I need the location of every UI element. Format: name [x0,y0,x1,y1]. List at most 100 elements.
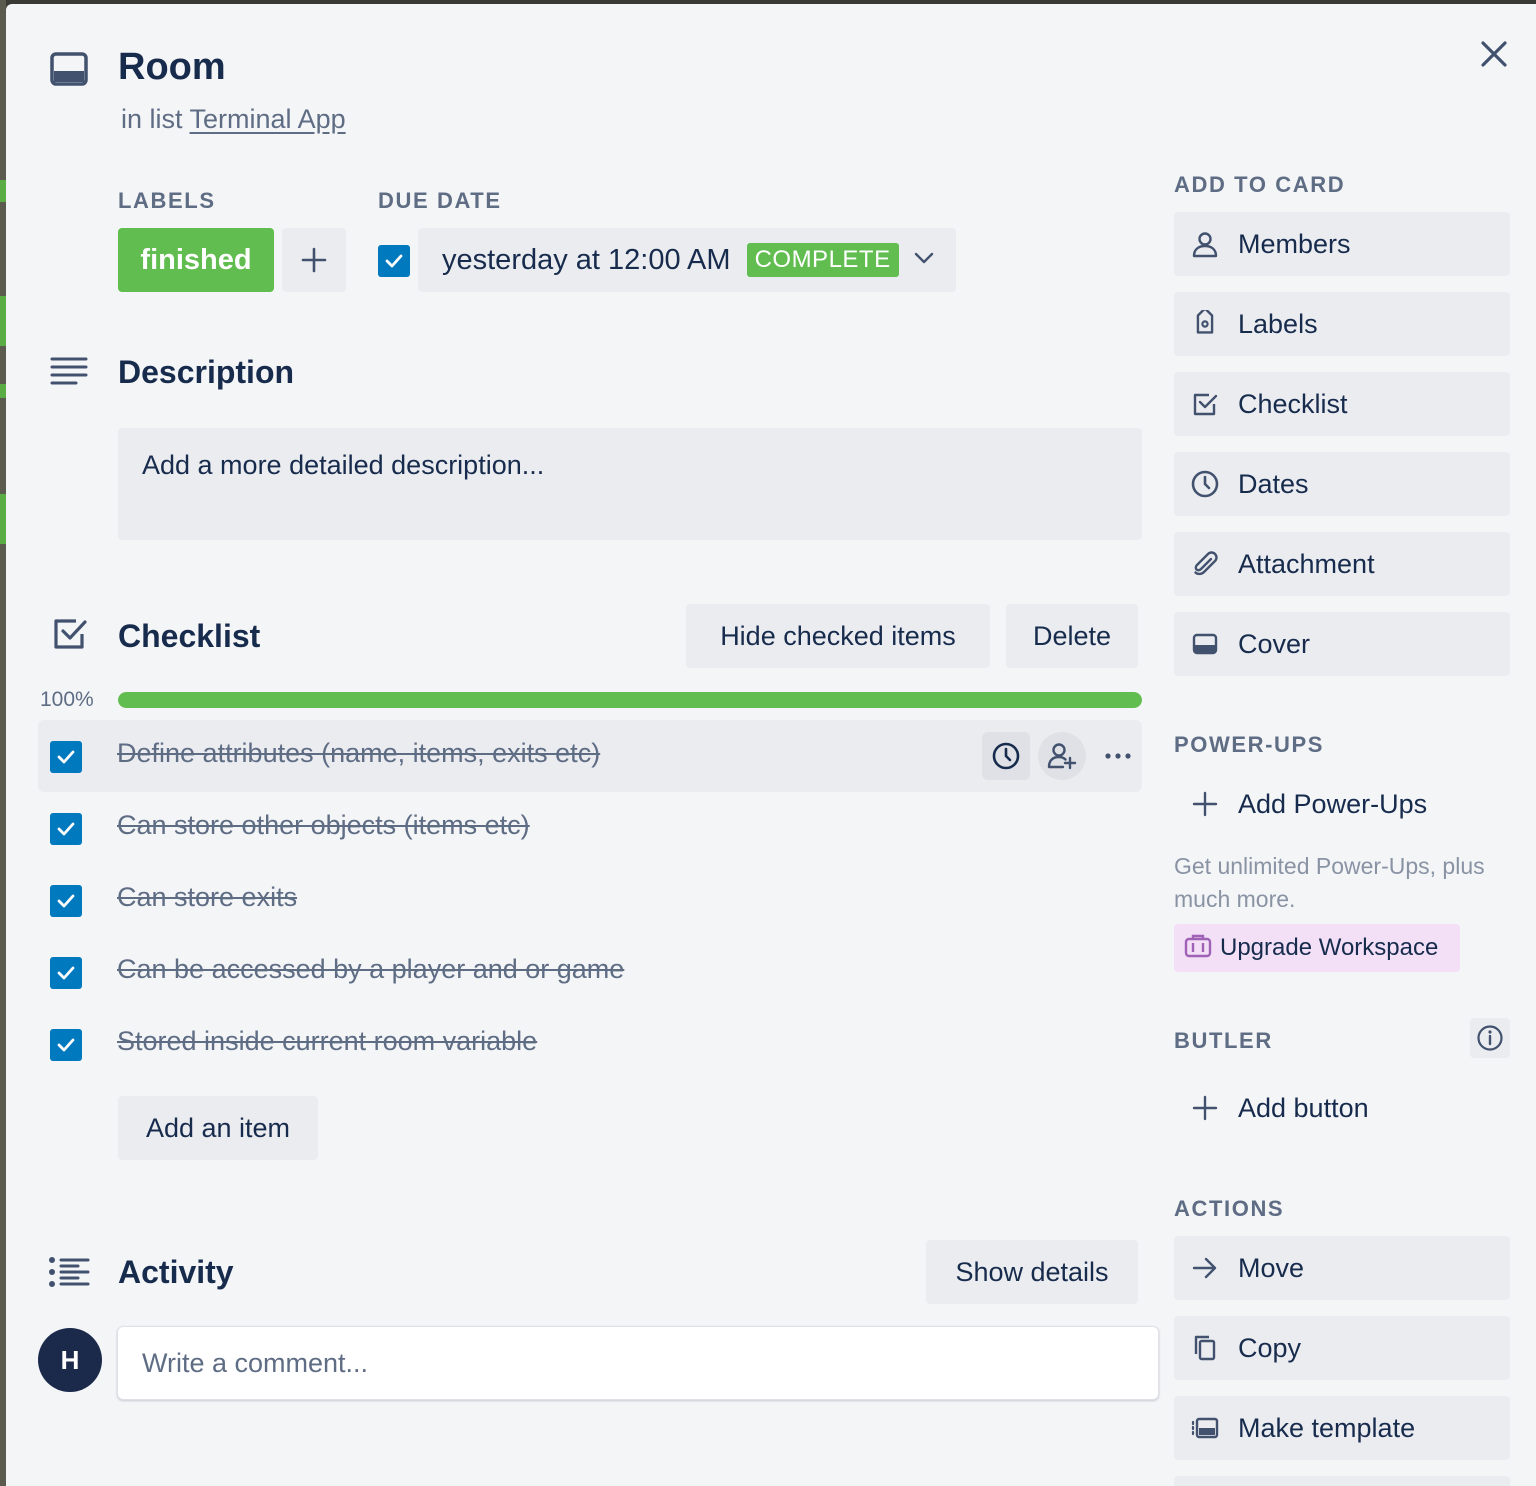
item-checkbox[interactable] [50,957,82,989]
activity-icon [48,1256,90,1288]
hide-checked-items-button[interactable]: Hide checked items [686,604,990,668]
checkmark-icon [57,1038,75,1052]
cover-button[interactable]: Cover [1174,612,1510,676]
item-more-button[interactable] [1098,732,1138,780]
checklist-item[interactable]: Stored inside current room variable [38,1008,1142,1080]
complete-badge: COMPLETE [746,243,899,277]
item-text[interactable]: Can be accessed by a player and or game [117,954,624,985]
copy-button[interactable]: Copy [1174,1316,1510,1380]
item-text[interactable]: Stored inside current room variable [117,1026,537,1057]
cover-label: Cover [1238,628,1311,659]
checkmark-icon [57,750,75,764]
attachment-label: Attachment [1238,548,1375,579]
item-checkbox[interactable] [50,885,82,917]
next-action-button[interactable] [1174,1476,1510,1486]
card-detail-modal: Room in list Terminal App LABELS finishe… [6,4,1536,1486]
dates-button[interactable]: Dates [1174,452,1510,516]
show-details-button[interactable]: Show details [926,1240,1138,1304]
description-editor[interactable]: Add a more detailed description... [118,428,1142,540]
info-icon [1477,1025,1503,1051]
checklist-percent: 100% [40,688,94,711]
power-ups-heading: POWER-UPS [1174,732,1325,757]
checkmark-icon [57,894,75,908]
arrow-right-icon [1190,1253,1220,1283]
list-link[interactable]: Terminal App [190,104,346,134]
members-label: Members [1238,228,1351,259]
person-icon [1190,229,1220,259]
template-icon [1190,1413,1220,1443]
actions-heading: ACTIONS [1174,1196,1285,1221]
due-date-button[interactable]: yesterday at 12:00 AM COMPLETE [418,228,956,292]
add-power-ups-button[interactable]: Add Power-Ups [1174,780,1427,828]
checklist-item[interactable]: Can be accessed by a player and or game [38,936,1142,1008]
description-placeholder: Add a more detailed description... [142,450,545,480]
copy-label: Copy [1238,1332,1302,1363]
add-checklist-item-button[interactable]: Add an item [118,1096,318,1160]
checklist-item[interactable]: Can store exits [38,864,1142,936]
due-date-text: yesterday at 12:00 AM [442,243,731,276]
add-button-button[interactable]: Add button [1174,1084,1369,1132]
item-assign-member-button[interactable] [1038,732,1086,780]
checklist-icon [52,616,88,652]
upgrade-workspace-button[interactable]: Upgrade Workspace [1174,924,1460,972]
checkmark-icon [57,966,75,980]
add-label-button[interactable] [282,228,346,292]
checklist-item[interactable]: Can store other objects (items etc) [38,792,1142,864]
paperclip-icon [1190,549,1220,579]
checkmark-icon [385,254,403,268]
add-to-card-heading: ADD TO CARD [1174,172,1346,197]
butler-info-button[interactable] [1470,1018,1510,1058]
checklist-label: Checklist [1238,388,1348,419]
close-button[interactable] [1474,34,1514,74]
move-label: Move [1238,1252,1305,1283]
move-button[interactable]: Move [1174,1236,1510,1300]
item-text[interactable]: Can store other objects (items etc) [117,810,530,841]
plus-icon [1190,1093,1220,1123]
avatar[interactable]: H [38,1328,102,1392]
in-list-prefix: in list [121,104,183,134]
due-date-heading: DUE DATE [378,188,502,213]
checklist-item[interactable]: Define attributes (name, items, exits et… [38,720,1142,792]
description-heading: Description [118,354,295,390]
plus-icon [1190,789,1220,819]
checklist-progress-bar [118,692,1142,708]
description-icon [50,356,88,388]
butler-heading: BUTLER [1174,1028,1273,1053]
delete-checklist-button[interactable]: Delete [1006,604,1138,668]
chevron-down-icon [911,245,937,276]
card-cover-icon [1190,629,1220,659]
members-button[interactable]: Members [1174,212,1510,276]
card-icon [50,52,88,86]
labels-label: Labels [1238,308,1318,339]
clock-icon [1190,469,1220,499]
item-checkbox[interactable] [50,741,82,773]
checkbox-icon [1190,389,1220,419]
make-template-button[interactable]: Make template [1174,1396,1510,1460]
add-power-ups-label: Add Power-Ups [1238,788,1428,819]
item-checkbox[interactable] [50,1029,82,1061]
power-ups-promo-text: Get unlimited Power-Ups, plus much more. [1174,853,1485,912]
make-template-label: Make template [1238,1412,1416,1443]
item-text[interactable]: Can store exits [117,882,297,913]
item-due-date-button[interactable] [982,732,1030,780]
label-chip-finished[interactable]: finished [118,228,274,292]
due-date-checkbox[interactable] [378,245,410,277]
item-text[interactable]: Define attributes (name, items, exits et… [117,738,600,769]
in-list-text: in list Terminal App [121,104,346,135]
item-checkbox[interactable] [50,813,82,845]
comment-input[interactable] [117,1326,1159,1400]
checkmark-icon [57,822,75,836]
upgrade-workspace-label: Upgrade Workspace [1220,934,1439,961]
add-button-label: Add button [1238,1092,1369,1123]
clock-icon [992,742,1020,770]
checklist-heading[interactable]: Checklist [118,618,260,655]
dates-label: Dates [1238,468,1309,499]
checklist-button[interactable]: Checklist [1174,372,1510,436]
labels-heading: LABELS [118,188,216,213]
card-title[interactable]: Room [118,46,226,89]
activity-heading: Activity [118,1254,234,1290]
copy-icon [1190,1333,1220,1363]
attachment-button[interactable]: Attachment [1174,532,1510,596]
labels-button[interactable]: Labels [1174,292,1510,356]
plus-icon [301,247,327,273]
